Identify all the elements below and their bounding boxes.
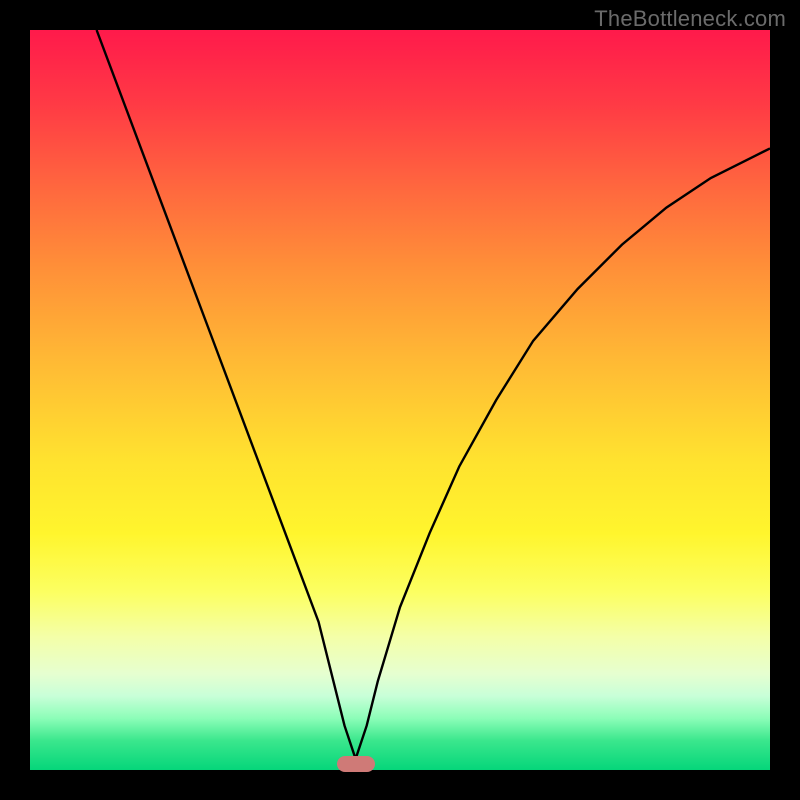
optimum-marker xyxy=(337,756,375,772)
bottleneck-curve xyxy=(30,30,770,770)
watermark-text: TheBottleneck.com xyxy=(594,6,786,32)
